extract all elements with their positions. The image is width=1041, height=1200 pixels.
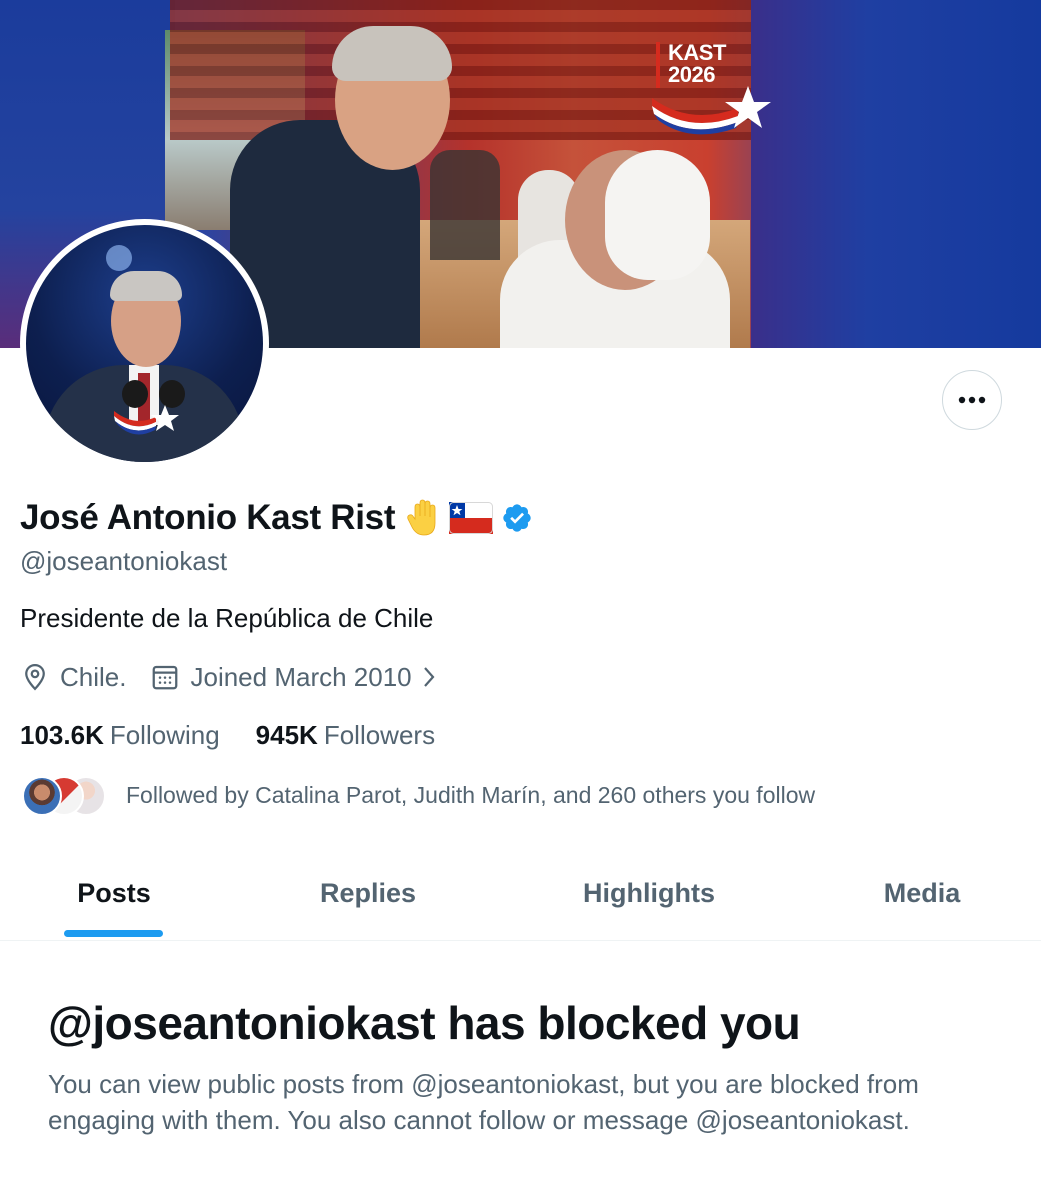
tab-posts[interactable]: Posts <box>0 846 228 940</box>
campaign-logo-bar <box>656 42 660 88</box>
banner-background-people <box>430 150 500 260</box>
calendar-icon <box>153 665 178 690</box>
profile-meta-row: Chile. Joined March 2010 <box>20 660 440 694</box>
followers-count: 945K <box>255 720 318 750</box>
follower-avatar-1 <box>22 776 62 816</box>
raised-hand-emoji-icon <box>407 499 436 536</box>
tab-highlights[interactable]: Highlights <box>549 846 749 940</box>
followed-by-text: Followed by Catalina Parot, Judith Marín… <box>126 781 816 808</box>
avatar-photo <box>26 225 263 462</box>
tab-replies[interactable]: Replies <box>268 846 468 940</box>
blocked-title: @joseantoniokast has blocked you <box>48 997 801 1049</box>
location-item: Chile. <box>20 662 126 693</box>
banner-wall-right <box>751 0 1041 348</box>
location-text: Chile. <box>60 661 127 692</box>
followed-by-link[interactable]: Followed by Catalina Parot, Judith Marín… <box>20 772 815 818</box>
chevron-right-icon <box>423 667 435 687</box>
display-name: José Antonio Kast Rist <box>20 498 396 537</box>
joined-text: Joined March 2010 <box>190 661 412 692</box>
tab-media[interactable]: Media <box>822 846 1022 940</box>
avatar-stage-light <box>106 245 132 271</box>
ellipsis-icon <box>958 396 986 404</box>
follow-counts: 103.6K Following 945K Followers <box>20 720 471 751</box>
following-label: Following <box>109 720 220 750</box>
follower-avatars <box>20 774 106 816</box>
profile-name-row: José Antonio Kast Rist <box>20 496 533 540</box>
chile-flag-emoji-icon <box>449 502 494 534</box>
banner-man-hair <box>332 26 452 81</box>
active-tab-indicator <box>64 930 163 937</box>
profile-handle: @joseantoniokast <box>20 546 228 576</box>
following-count: 103.6K <box>20 720 104 750</box>
blocked-description: You can view public posts from @joseanto… <box>48 1069 919 1135</box>
campaign-logo-text: KAST 2026 <box>668 40 726 87</box>
location-pin-icon <box>25 663 45 691</box>
banner-woman-cap <box>605 150 710 280</box>
profile-tabs: Posts Replies Highlights Media <box>0 846 1041 941</box>
campaign-logo: KAST 2026 <box>652 40 786 137</box>
following-link[interactable]: 103.6K Following <box>20 720 220 751</box>
more-options-button[interactable] <box>942 370 1002 430</box>
followers-label: Followers <box>323 720 436 750</box>
profile-bio: Presidente de la República de Chile <box>20 603 434 633</box>
followers-link[interactable]: 945K Followers <box>256 720 435 751</box>
name-icons <box>407 499 533 537</box>
avatar-hair <box>110 271 182 301</box>
verified-badge-icon[interactable] <box>501 502 533 534</box>
profile-avatar[interactable] <box>20 219 269 468</box>
campaign-star-swoosh-icon <box>652 86 771 135</box>
avatar-star-swoosh-icon <box>114 405 179 435</box>
joined-item[interactable]: Joined March 2010 <box>150 662 439 693</box>
